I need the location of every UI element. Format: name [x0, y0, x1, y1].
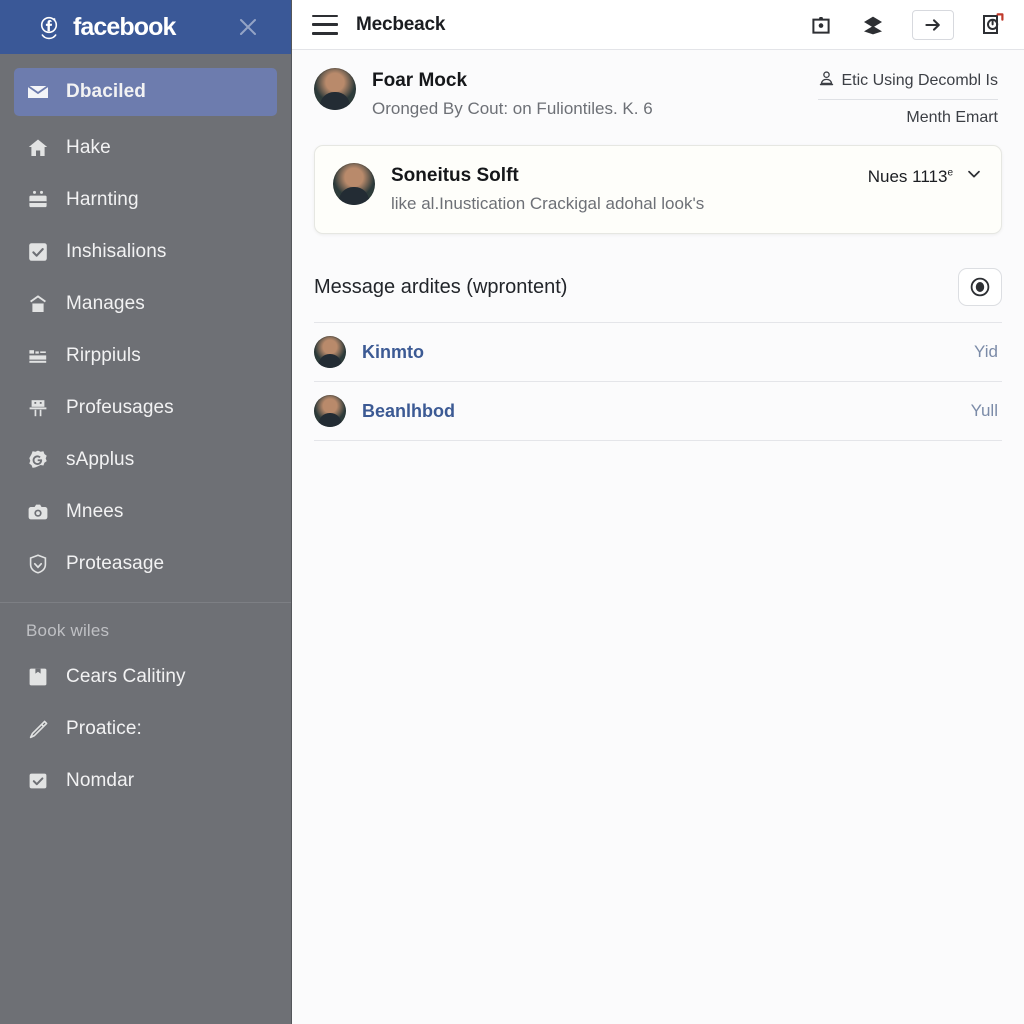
sidebar-item-label: Rirppiuls [66, 345, 141, 366]
page-title: Mecbeack [356, 13, 446, 35]
top-toolbar: Mecbeack [292, 0, 1024, 50]
sidebar-item-label: Proatice: [66, 718, 142, 739]
facebook-f-icon [34, 12, 64, 42]
people-icon [26, 396, 50, 420]
refresh-clock-icon[interactable] [980, 12, 1006, 38]
sidebar-item-inshisalions[interactable]: Inshisalions [0, 226, 291, 278]
sidebar-item-proatice[interactable]: Proatice: [0, 703, 291, 755]
main-content: Mecbeack Foar Mock Oronged By Cout: on F… [292, 0, 1024, 1024]
sidebar-item-label: Cears Calitiny [66, 666, 186, 687]
sidebar-item-proteasage[interactable]: Proteasage [0, 538, 291, 590]
card-time-sup: e [947, 166, 953, 178]
sidebar-section-label: Book wiles [26, 621, 110, 640]
sidebar-item-sapplus[interactable]: sApplus [0, 434, 291, 486]
content-area: Foar Mock Oronged By Cout: on Fuliontile… [292, 50, 1024, 1024]
message-sender-name: Foar Mock [372, 70, 468, 91]
layers-icon[interactable] [860, 12, 886, 38]
sidebar-item-label: Profeusages [66, 397, 174, 418]
list-item[interactable]: Kinmto Yid [292, 323, 1024, 381]
list-item-name[interactable]: Beanlhbod [362, 401, 455, 422]
g-badge-icon [26, 448, 50, 472]
card-time-text: Nues 1113 [867, 166, 948, 186]
toolbar-actions [808, 9, 1016, 40]
message-row-primary[interactable]: Foar Mock Oronged By Cout: on Fuliontile… [292, 50, 1024, 141]
sidebar-item-dbaciled[interactable]: Dbaciled [14, 68, 277, 116]
sidebar-item-hake[interactable]: Hake [0, 122, 291, 174]
pen-icon [26, 717, 50, 741]
divider [314, 440, 1002, 442]
message-card-selected[interactable]: Soneitus Solft like al.Inustication Crac… [314, 145, 1002, 235]
sidebar-item-label: Proteasage [66, 553, 165, 574]
checkbox-check-icon [26, 769, 50, 793]
avatar [314, 68, 356, 110]
save-icon [26, 665, 50, 689]
sidebar-item-mnees[interactable]: Mnees [0, 486, 291, 538]
sidebar-item-label: Nomdar [66, 770, 135, 791]
envelope-icon [26, 80, 50, 104]
hamburger-icon[interactable] [312, 14, 338, 35]
sidebar-item-label: Hake [66, 137, 111, 158]
list-item[interactable]: Beanlhbod Yull [292, 382, 1024, 440]
list-item-action[interactable]: Yull [971, 401, 998, 421]
camera-icon [26, 500, 50, 524]
sidebar: facebook Dbaciled Hake Harnting Inshisal… [0, 0, 292, 1024]
sidebar-item-label: Harnting [66, 189, 139, 210]
sidebar-item-cears-calitiny[interactable]: Cears Calitiny [0, 651, 291, 703]
sidebar-item-manages[interactable]: Manages [0, 278, 291, 330]
sidebar-item-nomdar[interactable]: Nomdar [0, 755, 291, 807]
shield-icon [26, 552, 50, 576]
avatar [314, 395, 346, 428]
sidebar-item-label: Inshisalions [66, 241, 167, 262]
card-sender-name: Soneitus Solft [391, 165, 519, 186]
avatar [333, 163, 375, 205]
sidebar-item-rirppiuls[interactable]: Rirppiuls [0, 330, 291, 382]
facebook-wordmark: facebook [73, 12, 176, 41]
sidebar-item-label: sApplus [66, 449, 135, 470]
user-icon [818, 70, 835, 92]
checkbox-checked-icon [26, 240, 50, 264]
sidebar-item-profeusages[interactable]: Profeusages [0, 382, 291, 434]
chevron-down-icon[interactable] [965, 165, 983, 188]
message-meta-bottom-text: Menth Emart [906, 109, 998, 126]
facebook-logo[interactable]: facebook [34, 12, 176, 42]
card-timestamp: Nues 1113e [868, 163, 983, 188]
sidebar-divider [0, 602, 291, 603]
avatar [314, 336, 346, 369]
camera-icon[interactable] [808, 12, 834, 38]
section-title: Message ardites (wprontent) [314, 275, 568, 298]
briefcase-icon [26, 188, 50, 212]
sidebar-item-label: Mnees [66, 501, 124, 522]
close-icon[interactable] [237, 16, 259, 38]
sidebar-item-label: Dbaciled [66, 81, 146, 102]
card-list-icon [26, 344, 50, 368]
list-item-name[interactable]: Kinmto [362, 342, 424, 363]
message-meta-top-text: Etic Using Decombl Is [841, 72, 999, 89]
facebook-brand-bar: facebook [0, 0, 291, 54]
sidebar-nav: Dbaciled Hake Harnting Inshisalions Mana… [0, 54, 291, 1024]
chart-box-icon [26, 292, 50, 316]
list-item-action[interactable]: Yid [974, 342, 998, 362]
record-circle-icon[interactable] [958, 268, 1002, 307]
sidebar-item-label: Manages [66, 293, 145, 314]
home-icon [26, 136, 50, 160]
arrow-right-icon[interactable] [912, 9, 954, 40]
sidebar-item-harnting[interactable]: Harnting [0, 174, 291, 226]
message-subtitle: Oronged By Cout: on Fuliontiles. K. 6 [372, 98, 653, 118]
section-header: Message ardites (wprontent) [292, 262, 1024, 322]
message-meta: Etic Using Decombl Is Menth Emart [817, 68, 999, 127]
card-subtitle: like al.Inustication Crackigal adohal lo… [391, 193, 705, 213]
